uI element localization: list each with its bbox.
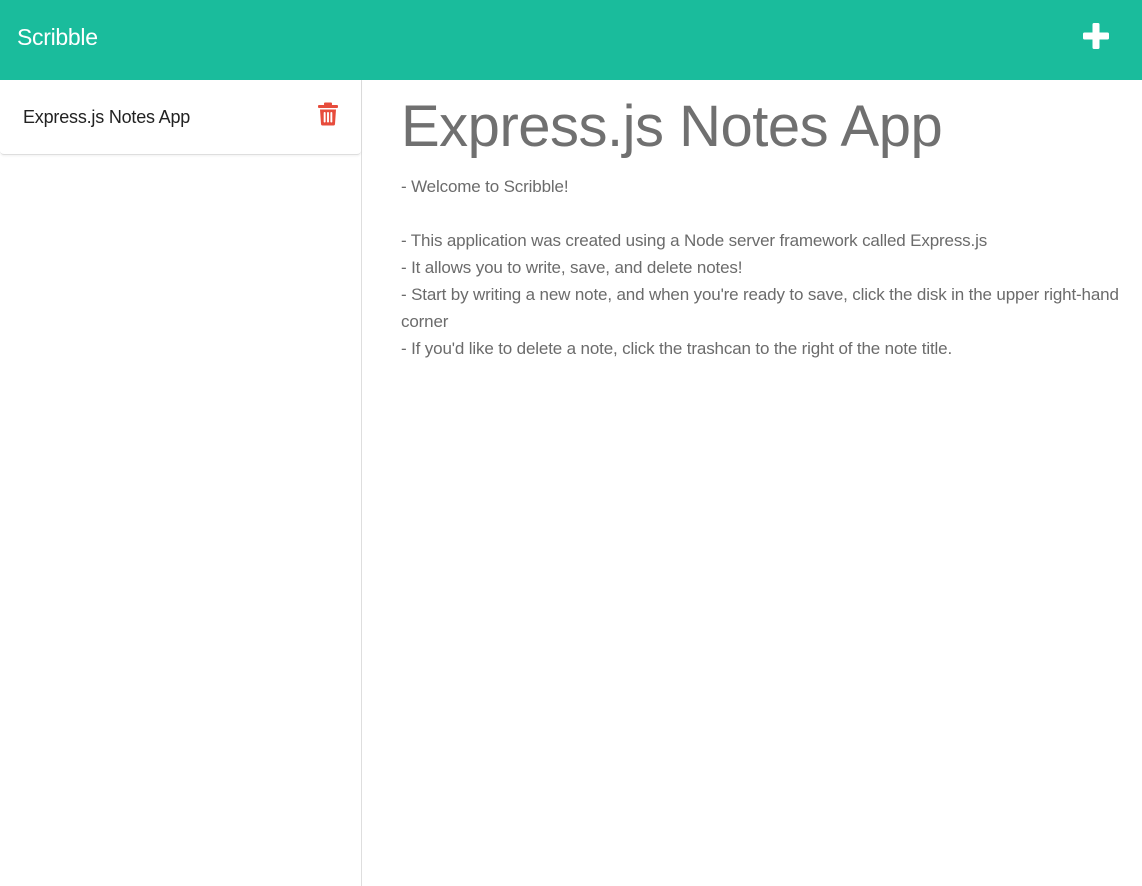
- trash-icon: [318, 102, 338, 126]
- note-text-line: - It allows you to write, save, and dele…: [401, 258, 743, 277]
- note-text-line: - This application was created using a N…: [401, 231, 988, 250]
- delete-note-button[interactable]: [317, 102, 339, 126]
- note-text-area[interactable]: - Welcome to Scribble! - This applicatio…: [401, 173, 1126, 362]
- navbar: Scribble: [0, 0, 1142, 80]
- plus-icon: [1083, 23, 1109, 49]
- note-text-line: [401, 200, 1126, 227]
- note-text-line: - Welcome to Scribble!: [401, 177, 569, 196]
- note-title-input[interactable]: Express.js Notes App: [401, 94, 943, 160]
- notes-sidebar: Express.js Notes App: [0, 80, 362, 886]
- note-text-line: - Start by writing a new note, and when …: [401, 285, 1119, 331]
- brand-link[interactable]: Scribble: [17, 22, 98, 52]
- note-list-item-title[interactable]: Express.js Notes App: [23, 105, 190, 129]
- note-list-item[interactable]: Express.js Notes App: [0, 80, 361, 155]
- new-note-button[interactable]: [1080, 20, 1112, 52]
- note-text-line: - If you'd like to delete a note, click …: [401, 339, 953, 358]
